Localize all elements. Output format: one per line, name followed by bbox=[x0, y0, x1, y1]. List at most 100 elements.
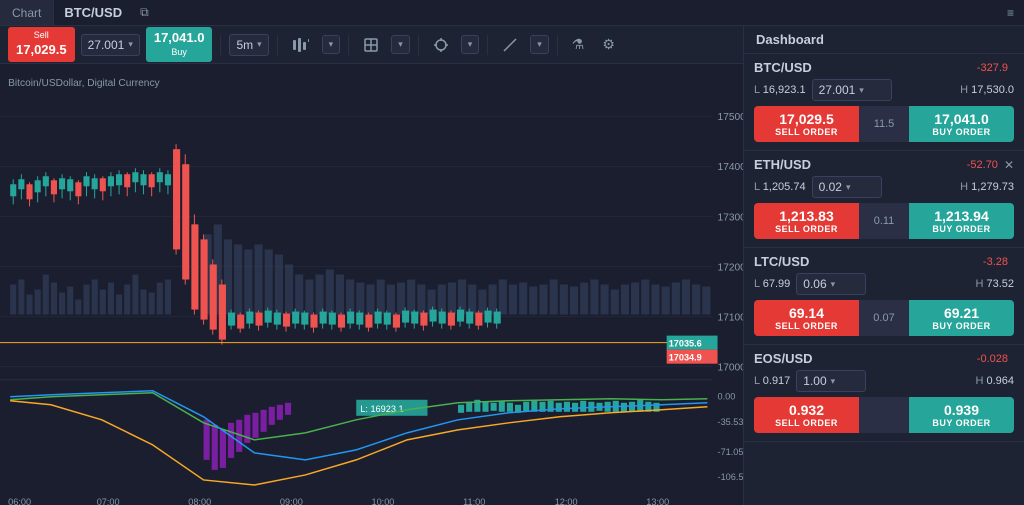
eosusd-sell-label: SELL ORDER bbox=[775, 418, 838, 428]
svg-text:17400: 17400 bbox=[718, 162, 743, 173]
crosshair-dropdown[interactable]: ▾ bbox=[461, 35, 480, 54]
ethusd-header: ETH/USD -52.70 ✕ bbox=[754, 157, 1014, 172]
eosusd-spread bbox=[859, 397, 909, 433]
btcusd-price-dropdown[interactable]: 27.001 ▾ bbox=[812, 79, 892, 101]
btcusd-buy-price: 17,041.0 bbox=[934, 111, 989, 127]
svg-text:11:00: 11:00 bbox=[463, 497, 485, 505]
ethusd-sell-button[interactable]: 1,213.83 SELL ORDER bbox=[754, 203, 859, 239]
ltcusd-buy-price: 69.21 bbox=[944, 305, 979, 321]
app-header: Chart BTC/USD ⧉ ≡ bbox=[0, 0, 1024, 26]
btcusd-header: BTC/USD -327.9 bbox=[754, 60, 1014, 75]
eosusd-buttons: 0.932 SELL ORDER 0.939 BUY ORDER bbox=[754, 397, 1014, 433]
ethusd-change: -52.70 bbox=[967, 159, 998, 171]
ethusd-close[interactable]: ✕ bbox=[1004, 158, 1014, 172]
ltcusd-header: LTC/USD -3.28 bbox=[754, 254, 1014, 269]
ethusd-buy-price: 1,213.94 bbox=[934, 208, 989, 224]
svg-text:17100: 17100 bbox=[718, 313, 743, 324]
menu-icon[interactable]: ≡ bbox=[997, 6, 1024, 20]
separator-6 bbox=[557, 35, 558, 55]
svg-text:12:00: 12:00 bbox=[555, 497, 578, 505]
ltcusd-spread: 0.07 bbox=[859, 300, 909, 336]
timeframe-arrow: ▾ bbox=[257, 39, 262, 50]
timeframe-dropdown[interactable]: 5m ▾ bbox=[229, 34, 268, 56]
buy-button[interactable]: 17,041.0 Buy bbox=[146, 27, 213, 62]
svg-text:17500.0: 17500.0 bbox=[718, 112, 743, 123]
eosusd-buy-button[interactable]: 0.939 BUY ORDER bbox=[909, 397, 1014, 433]
btcusd-high: H 17,530.0 bbox=[960, 84, 1014, 96]
svg-text:-106.58: -106.58 bbox=[718, 472, 743, 482]
separator-2 bbox=[277, 35, 278, 55]
btcusd-row: L 16,923.1 27.001 ▾ H 17,530.0 bbox=[754, 79, 1014, 101]
ethusd-sell-price: 1,213.83 bbox=[779, 208, 834, 224]
symbol-label: BTC/USD bbox=[54, 5, 132, 20]
dropdown-arrow: ▾ bbox=[128, 39, 133, 50]
eosusd-change: -0.028 bbox=[977, 353, 1008, 365]
svg-text:07:00: 07:00 bbox=[97, 497, 120, 505]
ltcusd-sell-button[interactable]: 69.14 SELL ORDER bbox=[754, 300, 859, 336]
svg-text:08:00: 08:00 bbox=[188, 497, 211, 505]
eosusd-price-dropdown[interactable]: 1.00 ▾ bbox=[796, 370, 866, 392]
eosusd-low: L 0.917 bbox=[754, 375, 790, 387]
buy-label: Buy bbox=[171, 47, 187, 59]
chart-canvas[interactable]: 17500.0 17400 17300 17200 17100 17000 Bi… bbox=[0, 64, 743, 505]
separator-5 bbox=[487, 35, 488, 55]
svg-text:13:00: 13:00 bbox=[646, 497, 669, 505]
btcusd-spread: 11.5 bbox=[859, 106, 909, 142]
ethusd-sell-label: SELL ORDER bbox=[775, 224, 838, 234]
svg-text:-71.05: -71.05 bbox=[718, 447, 743, 457]
price-value: 27.001 bbox=[88, 38, 125, 52]
eosusd-high: H 0.964 bbox=[975, 375, 1014, 387]
svg-text:Bitcoin/USDollar, Digital Curr: Bitcoin/USDollar, Digital Currency bbox=[8, 78, 160, 89]
ltcusd-buttons: 69.14 SELL ORDER 0.07 69.21 BUY ORDER bbox=[754, 300, 1014, 336]
svg-text:17300: 17300 bbox=[718, 212, 743, 223]
btcusd-buttons: 17,029.5 SELL ORDER 11.5 17,041.0 BUY OR… bbox=[754, 106, 1014, 142]
svg-text:-35.53: -35.53 bbox=[718, 417, 743, 427]
flask-button[interactable]: ⚗ bbox=[566, 33, 591, 56]
indicators-dropdown[interactable]: ▾ bbox=[322, 35, 341, 54]
svg-text:17034.9: 17034.9 bbox=[669, 353, 702, 363]
chart-svg: 17500.0 17400 17300 17200 17100 17000 Bi… bbox=[0, 64, 743, 505]
ltcusd-card: LTC/USD -3.28 L 67.99 0.06 ▾ H 73.52 69.… bbox=[744, 248, 1024, 345]
btcusd-sell-price: 17,029.5 bbox=[779, 111, 834, 127]
sell-label: Sell bbox=[34, 30, 49, 42]
btcusd-name: BTC/USD bbox=[754, 60, 977, 75]
ltcusd-price-dropdown[interactable]: 0.06 ▾ bbox=[796, 273, 866, 295]
ethusd-row: L 1,205.74 0.02 ▾ H 1,279.73 bbox=[754, 176, 1014, 198]
indicators-button[interactable] bbox=[286, 34, 316, 56]
ind-arrow: ▾ bbox=[329, 39, 334, 50]
sell-button[interactable]: Sell 17,029.5 bbox=[8, 27, 75, 62]
price-dropdown[interactable]: 27.001 ▾ bbox=[81, 34, 140, 56]
draw-button[interactable] bbox=[357, 34, 385, 56]
ltcusd-buy-button[interactable]: 69.21 BUY ORDER bbox=[909, 300, 1014, 336]
eosusd-price: 1.00 bbox=[803, 374, 826, 388]
line-tool[interactable] bbox=[496, 34, 524, 56]
eosusd-card: EOS/USD -0.028 L 0.917 1.00 ▾ H 0.964 0.… bbox=[744, 345, 1024, 442]
draw-dropdown[interactable]: ▾ bbox=[391, 35, 410, 54]
eosusd-sell-button[interactable]: 0.932 SELL ORDER bbox=[754, 397, 859, 433]
eosusd-header: EOS/USD -0.028 bbox=[754, 351, 1014, 366]
ethusd-name: ETH/USD bbox=[754, 157, 967, 172]
eosusd-buy-label: BUY ORDER bbox=[932, 418, 990, 428]
draw-arrow: ▾ bbox=[398, 39, 403, 50]
line-dropdown[interactable]: ▾ bbox=[530, 35, 549, 54]
btcusd-buy-button[interactable]: 17,041.0 BUY ORDER bbox=[909, 106, 1014, 142]
ethusd-price-dropdown[interactable]: 0.02 ▾ bbox=[812, 176, 882, 198]
eosusd-buy-price: 0.939 bbox=[944, 402, 979, 418]
ethusd-high: H 1,279.73 bbox=[960, 181, 1014, 193]
btcusd-low: L 16,923.1 bbox=[754, 84, 806, 96]
ethusd-low: L 1,205.74 bbox=[754, 181, 806, 193]
btcusd-buy-label: BUY ORDER bbox=[932, 127, 990, 137]
ethusd-spread: 0.11 bbox=[859, 203, 909, 239]
ltcusd-name: LTC/USD bbox=[754, 254, 983, 269]
btcusd-sell-button[interactable]: 17,029.5 SELL ORDER bbox=[754, 106, 859, 142]
eosusd-sell-price: 0.932 bbox=[789, 402, 824, 418]
ethusd-price: 0.02 bbox=[819, 180, 842, 194]
eosusd-name: EOS/USD bbox=[754, 351, 977, 366]
crosshair-button[interactable] bbox=[427, 34, 455, 56]
settings-button[interactable]: ⚙ bbox=[596, 33, 621, 56]
chart-tab[interactable]: Chart bbox=[0, 0, 54, 25]
svg-text:0.00: 0.00 bbox=[718, 392, 736, 402]
ethusd-buy-button[interactable]: 1,213.94 BUY ORDER bbox=[909, 203, 1014, 239]
ethusd-buy-label: BUY ORDER bbox=[932, 224, 990, 234]
detach-icon[interactable]: ⧉ bbox=[132, 5, 157, 20]
